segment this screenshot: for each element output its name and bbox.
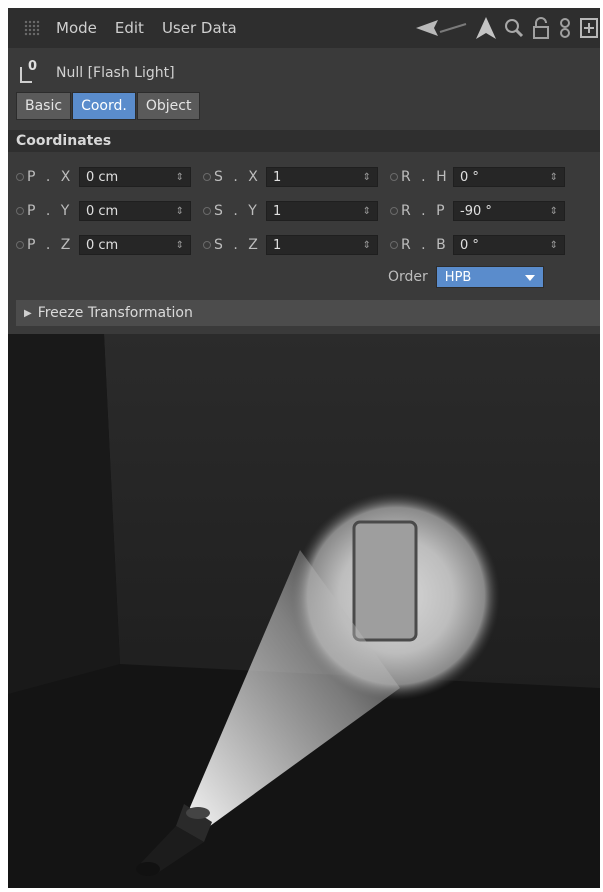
attribute-manager: Mode Edit User Data 0 Null [Flash Light]… xyxy=(8,8,600,334)
spinner-icon[interactable]: ⇕ xyxy=(176,240,184,251)
menubar: Mode Edit User Data xyxy=(8,8,600,48)
p-x-field[interactable]: 0 cm ⇕ xyxy=(79,167,191,187)
order-select[interactable]: HPB xyxy=(435,266,544,288)
tab-basic[interactable]: Basic xyxy=(16,92,72,120)
section-header-coordinates: Coordinates xyxy=(8,130,600,152)
p-y-value: 0 cm xyxy=(86,203,119,219)
r-h-value: 0 ° xyxy=(460,169,479,185)
menu-edit[interactable]: Edit xyxy=(115,19,144,37)
back-arrow-icon[interactable] xyxy=(416,18,468,38)
label-r-b: R . B xyxy=(401,237,449,253)
keyframe-dot-icon[interactable] xyxy=(16,241,24,249)
r-h-field[interactable]: 0 ° ⇕ xyxy=(453,167,565,187)
expand-arrow-icon[interactable]: ▶ xyxy=(24,308,32,319)
s-z-field[interactable]: 1 ⇕ xyxy=(266,235,378,255)
spinner-icon[interactable]: ⇕ xyxy=(363,240,371,251)
tab-bar: Basic Coord. Object xyxy=(16,92,201,120)
keyframe-dot-icon[interactable] xyxy=(203,173,211,181)
keyframe-dot-icon[interactable] xyxy=(203,207,211,215)
coord-row-1: P . X 0 cm ⇕ S . X 1 ⇕ R . H 0 ° ⇕ xyxy=(16,166,565,188)
p-x-value: 0 cm xyxy=(86,169,119,185)
label-p-z: P . Z xyxy=(27,237,74,253)
object-title-row: 0 Null [Flash Light] xyxy=(8,50,600,96)
label-p-y: P . Y xyxy=(27,203,73,219)
coord-row-2: P . Y 0 cm ⇕ S . Y 1 ⇕ R . P -90 ° ⇕ xyxy=(16,200,565,222)
label-p-x: P . X xyxy=(27,169,74,185)
freeze-transformation-label: Freeze Transformation xyxy=(37,305,193,321)
keyframe-dot-icon[interactable] xyxy=(203,241,211,249)
p-z-field[interactable]: 0 cm ⇕ xyxy=(79,235,191,255)
order-value: HPB xyxy=(444,269,472,285)
menu-mode[interactable]: Mode xyxy=(56,19,97,37)
spinner-icon[interactable]: ⇕ xyxy=(550,172,558,183)
label-r-p: R . P xyxy=(401,203,448,219)
card xyxy=(352,520,418,642)
keyframe-dot-icon[interactable] xyxy=(390,173,398,181)
r-p-value: -90 ° xyxy=(460,203,492,219)
r-p-field[interactable]: -90 ° ⇕ xyxy=(453,201,565,221)
s-z-value: 1 xyxy=(273,237,282,253)
label-s-y: S . Y xyxy=(214,203,260,219)
p-z-value: 0 cm xyxy=(86,237,119,253)
object-title: Null [Flash Light] xyxy=(56,65,175,81)
keyframe-dot-icon[interactable] xyxy=(16,173,24,181)
spinner-icon[interactable]: ⇕ xyxy=(550,206,558,217)
label-r-h: R . H xyxy=(401,169,450,185)
grip-icon[interactable] xyxy=(24,20,40,36)
label-s-z: S . Z xyxy=(214,237,261,253)
order-label: Order xyxy=(388,269,428,285)
s-y-value: 1 xyxy=(273,203,282,219)
s-x-field[interactable]: 1 ⇕ xyxy=(266,167,378,187)
menu-user-data[interactable]: User Data xyxy=(162,19,237,37)
keyframe-dot-icon[interactable] xyxy=(16,207,24,215)
render-viewport xyxy=(8,334,600,888)
spinner-icon[interactable]: ⇕ xyxy=(363,172,371,183)
s-x-value: 1 xyxy=(273,169,282,185)
search-icon[interactable] xyxy=(504,18,524,38)
tab-object[interactable]: Object xyxy=(136,92,201,120)
up-arrow-icon[interactable] xyxy=(476,17,496,39)
section-title: Coordinates xyxy=(16,133,112,149)
tab-coord[interactable]: Coord. xyxy=(72,92,136,120)
spinner-icon[interactable]: ⇕ xyxy=(176,206,184,217)
spinner-icon[interactable]: ⇕ xyxy=(176,172,184,183)
link-icon[interactable] xyxy=(558,17,572,39)
app-frame: Mode Edit User Data 0 Null [Flash Light]… xyxy=(8,8,600,888)
lock-icon[interactable] xyxy=(532,17,550,39)
toolbar-icons xyxy=(408,8,600,48)
freeze-transformation-group[interactable]: ▶ Freeze Transformation xyxy=(16,300,600,326)
r-b-field[interactable]: 0 ° ⇕ xyxy=(453,235,565,255)
r-b-value: 0 ° xyxy=(460,237,479,253)
p-y-field[interactable]: 0 cm ⇕ xyxy=(79,201,191,221)
dropdown-arrow-icon xyxy=(524,270,535,285)
coord-row-3: P . Z 0 cm ⇕ S . Z 1 ⇕ R . B 0 ° ⇕ xyxy=(16,234,565,256)
new-panel-icon[interactable] xyxy=(580,18,598,38)
render-image xyxy=(8,334,600,888)
spinner-icon[interactable]: ⇕ xyxy=(550,240,558,251)
keyframe-dot-icon[interactable] xyxy=(390,207,398,215)
keyframe-dot-icon[interactable] xyxy=(390,241,398,249)
order-row: Order HPB xyxy=(388,266,544,288)
null-object-icon: 0 xyxy=(18,59,46,85)
s-y-field[interactable]: 1 ⇕ xyxy=(266,201,378,221)
spinner-icon[interactable]: ⇕ xyxy=(363,206,371,217)
label-s-x: S . X xyxy=(214,169,261,185)
